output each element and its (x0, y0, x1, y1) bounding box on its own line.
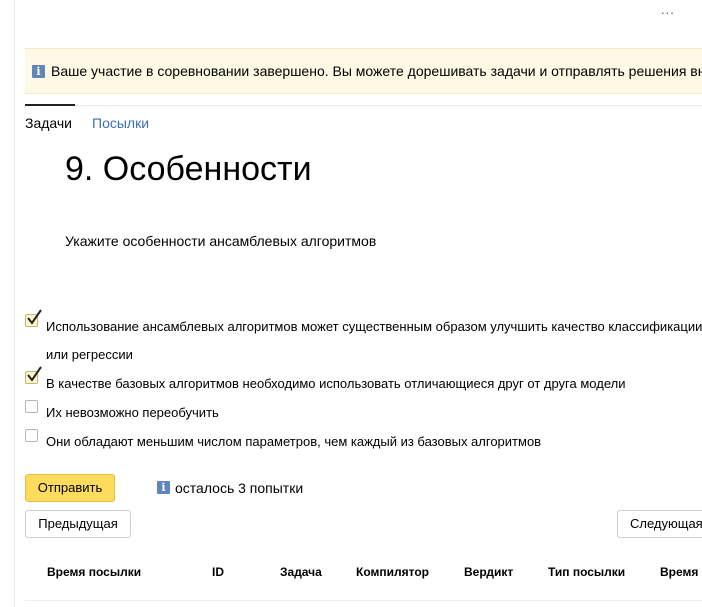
option-1-label-continued: или регрессии (46, 347, 133, 362)
next-task-button[interactable]: Следующая (617, 510, 702, 538)
previous-task-button[interactable]: Предыдущая (25, 510, 131, 538)
info-icon: i (157, 481, 170, 494)
more-menu-dots[interactable]: ... (661, 2, 675, 17)
checkmark-icon (27, 366, 42, 382)
option-3-label: Их невозможно переобучить (46, 405, 219, 420)
attempts-text: осталось 3 попытки (175, 480, 304, 496)
option-1-label: Использование ансамблевых алгоритмов мож… (46, 319, 702, 334)
tab-submissions[interactable]: Посылки (92, 115, 149, 131)
submit-button[interactable]: Отправить (25, 474, 115, 502)
column-header-compiler: Компилятор (356, 565, 430, 579)
option-2-label: В качестве базовых алгоритмов необходимо… (46, 376, 626, 391)
task-title: 9. Особенности (65, 150, 312, 188)
option-2-checkbox[interactable] (25, 366, 42, 384)
answer-option-3[interactable]: Их невозможно переобучить (25, 400, 702, 420)
option-4-label: Они обладают меньшим числом параметров, … (46, 434, 542, 449)
option-1-checkbox[interactable] (25, 309, 42, 327)
column-header-submit-time: Время посылки (47, 565, 142, 579)
answer-option-4[interactable]: Они обладают меньшим числом параметров, … (25, 429, 702, 449)
answer-option-1[interactable]: Использование ансамблевых алгоритмов мож… (25, 309, 702, 364)
active-tab-indicator (25, 104, 75, 106)
contest-finished-notice: i Ваше участие в соревновании завершено.… (25, 48, 702, 94)
option-4-checkbox[interactable] (25, 429, 38, 442)
tab-tasks[interactable]: Задачи (25, 115, 72, 131)
answer-option-2[interactable]: В качестве базовых алгоритмов необходимо… (25, 366, 702, 391)
column-header-submission-type: Тип посылки (548, 565, 626, 579)
info-icon: i (32, 65, 45, 78)
column-header-id: ID (212, 565, 224, 579)
option-3-checkbox[interactable] (25, 400, 38, 413)
page-left-border (14, 0, 15, 607)
tabs-divider (25, 105, 702, 106)
table-header-divider (25, 600, 702, 601)
task-description: Укажите особенности ансамблевых алгоритм… (65, 233, 377, 249)
column-header-time: Время (660, 565, 699, 579)
notice-text: Ваше участие в соревновании завершено. В… (51, 63, 702, 79)
checkmark-icon (27, 309, 42, 325)
column-header-verdict: Вердикт (464, 565, 514, 579)
column-header-task: Задача (280, 565, 322, 579)
